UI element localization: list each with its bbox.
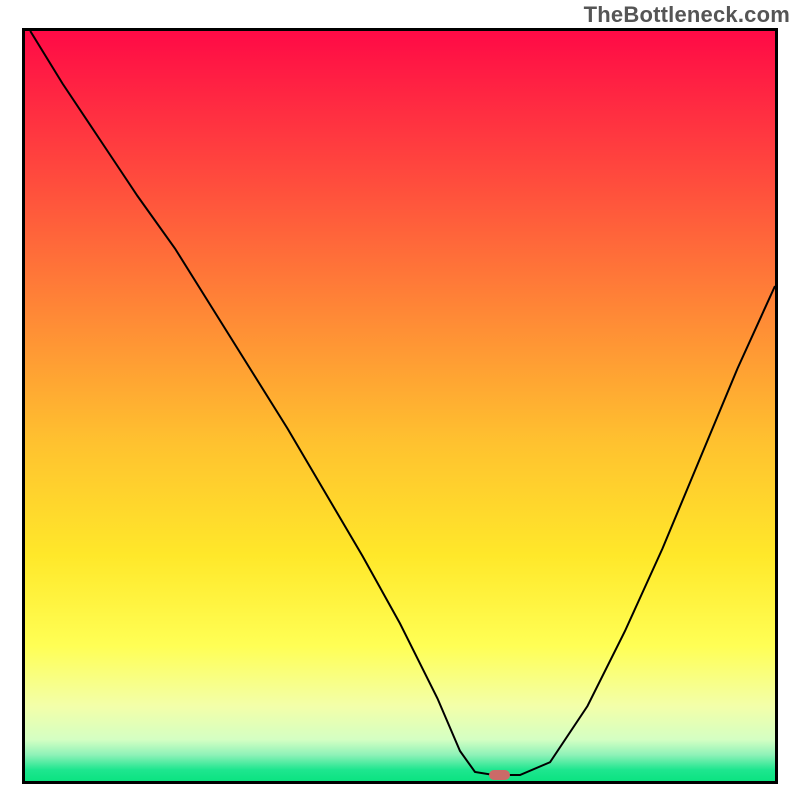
plot-inner: [25, 31, 775, 781]
bottleneck-curve: [30, 31, 775, 775]
optimal-marker: [489, 770, 510, 781]
chart-frame: TheBottleneck.com: [0, 0, 800, 800]
watermark-text: TheBottleneck.com: [584, 2, 790, 28]
plot-area: [22, 28, 778, 784]
curve-svg: [25, 31, 775, 781]
